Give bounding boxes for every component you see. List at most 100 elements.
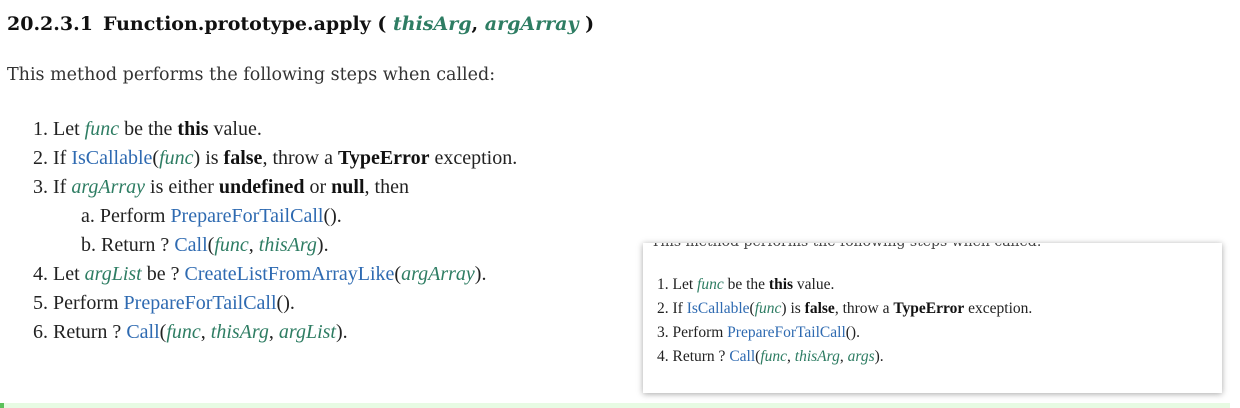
step-text: , throw a (834, 300, 890, 317)
step-number: 4. (33, 263, 48, 285)
link-preparefortailcall[interactable]: PrepareForTailCall (727, 324, 846, 341)
link-call[interactable]: Call (174, 234, 207, 256)
link-preparefortailcall[interactable]: PrepareForTailCall (124, 292, 277, 314)
step-number: 1. (33, 118, 48, 140)
step-text: Perform (672, 324, 724, 341)
param-thisArg: thisArg (393, 13, 472, 35)
step-text: Perform (99, 205, 166, 227)
punct: , (248, 234, 254, 256)
keyword-this: this (177, 118, 209, 140)
punct: ). (335, 321, 348, 343)
step-text: value. (213, 118, 262, 140)
param-separator: , (471, 13, 479, 35)
var-argArray: argArray (401, 263, 475, 285)
link-preparefortailcall[interactable]: PrepareForTailCall (170, 205, 323, 227)
punct: , (200, 321, 206, 343)
link-call[interactable]: Call (729, 348, 755, 365)
keyword-typeerror: TypeError (893, 300, 965, 317)
step-text: Perform (53, 292, 119, 314)
punct: ). (474, 263, 487, 285)
step-text: be the (124, 118, 173, 140)
var-func: func (159, 147, 194, 169)
keyword-false: false (804, 300, 835, 317)
step-text: , then (364, 176, 409, 198)
step-2: 2. If IsCallable(func) is false, throw a… (33, 144, 517, 173)
var-func: func (214, 234, 249, 256)
step-text: Let (672, 276, 694, 293)
step-text: Return ? (101, 234, 170, 256)
step-text: value. (796, 276, 835, 293)
step-text: be the (727, 276, 766, 293)
popup-step-1: 1. Let func be the this value. (657, 273, 1032, 297)
step-number: a. (81, 205, 95, 227)
step-text: Return ? (672, 348, 726, 365)
step-number: 1. (657, 276, 669, 293)
keyword-null: null (331, 176, 365, 198)
step-text: is (205, 147, 219, 169)
param-argArray: argArray (484, 13, 579, 35)
step-text: If (53, 147, 67, 169)
var-thisArg: thisArg (210, 321, 269, 343)
section-heading: 20.2.3.1 Function.prototype.apply ( thisA… (7, 8, 594, 40)
link-iscallable[interactable]: IsCallable (71, 147, 152, 169)
var-func: func (760, 348, 788, 365)
note-bar (0, 403, 1230, 408)
keyword-undefined: undefined (218, 176, 305, 198)
link-iscallable[interactable]: IsCallable (687, 300, 750, 317)
var-argList: argList (84, 263, 142, 285)
step-text: Let (53, 263, 80, 285)
var-func: func (697, 276, 724, 293)
punct: (). (323, 205, 342, 227)
var-func: func (84, 118, 120, 140)
link-createlistfromarraylike[interactable]: CreateListFromArrayLike (184, 263, 394, 285)
step-number: b. (81, 234, 96, 256)
link-call[interactable]: Call (126, 321, 159, 343)
step-text: or (309, 176, 327, 198)
punct: , (787, 348, 791, 365)
step-5: 5. Perform PrepareForTailCall(). (33, 289, 517, 318)
step-3a: a. Perform PrepareForTailCall(). (33, 202, 517, 231)
var-argList: argList (278, 321, 336, 343)
step-number: 3. (657, 324, 669, 341)
step-1: 1. Let func be the this value. (33, 115, 517, 144)
step-text: Return ? (53, 321, 122, 343)
step-text: is either (150, 176, 214, 198)
popup-clipped-text: This method performs the following steps… (651, 243, 1041, 251)
punct: ) (781, 300, 787, 317)
keyword-this: this (768, 276, 794, 293)
step-4: 4. Let argList be ? CreateListFromArrayL… (33, 260, 517, 289)
step-text: exception. (968, 300, 1033, 317)
popup-step-3: 3. Perform PrepareForTailCall(). (657, 321, 1032, 345)
step-6: 6. Return ? Call(func, thisArg, argList)… (33, 318, 517, 347)
punct: (). (845, 324, 860, 341)
step-3: 3. If argArray is either undefined or nu… (33, 173, 517, 202)
punct: , (839, 348, 844, 365)
keyword-typeerror: TypeError (337, 147, 430, 169)
step-text: If (672, 300, 683, 317)
section-number: 20.2.3.1 (7, 13, 93, 35)
step-text: exception. (434, 147, 518, 169)
step-3b: b. Return ? Call(func, thisArg). (33, 231, 517, 260)
step-number: 4. (657, 348, 669, 365)
step-number: 2. (657, 300, 669, 317)
heading-close-paren: ) (585, 13, 595, 35)
intro-text: This method performs the following steps… (7, 65, 496, 85)
step-number: 5. (33, 292, 48, 314)
section-name: Function.prototype.apply ( (102, 13, 387, 35)
algorithm-steps: 1. Let func be the this value. 2. If IsC… (33, 115, 517, 347)
step-text: If (53, 176, 67, 198)
var-args: args (847, 348, 875, 365)
keyword-false: false (223, 147, 263, 169)
reference-preview-popup: This method performs the following steps… (643, 243, 1222, 393)
popup-steps: 1. Let func be the this value. 2. If IsC… (657, 273, 1032, 369)
var-thisArg: thisArg (794, 348, 840, 365)
step-text: Let (53, 118, 80, 140)
var-argArray: argArray (71, 176, 146, 198)
punct: ). (874, 348, 884, 365)
punct: ) (193, 147, 201, 169)
step-number: 2. (33, 147, 48, 169)
var-func: func (754, 300, 782, 317)
popup-step-4: 4. Return ? Call(func, thisArg, args). (657, 345, 1032, 369)
step-text: be ? (146, 263, 180, 285)
var-thisArg: thisArg (258, 234, 317, 256)
